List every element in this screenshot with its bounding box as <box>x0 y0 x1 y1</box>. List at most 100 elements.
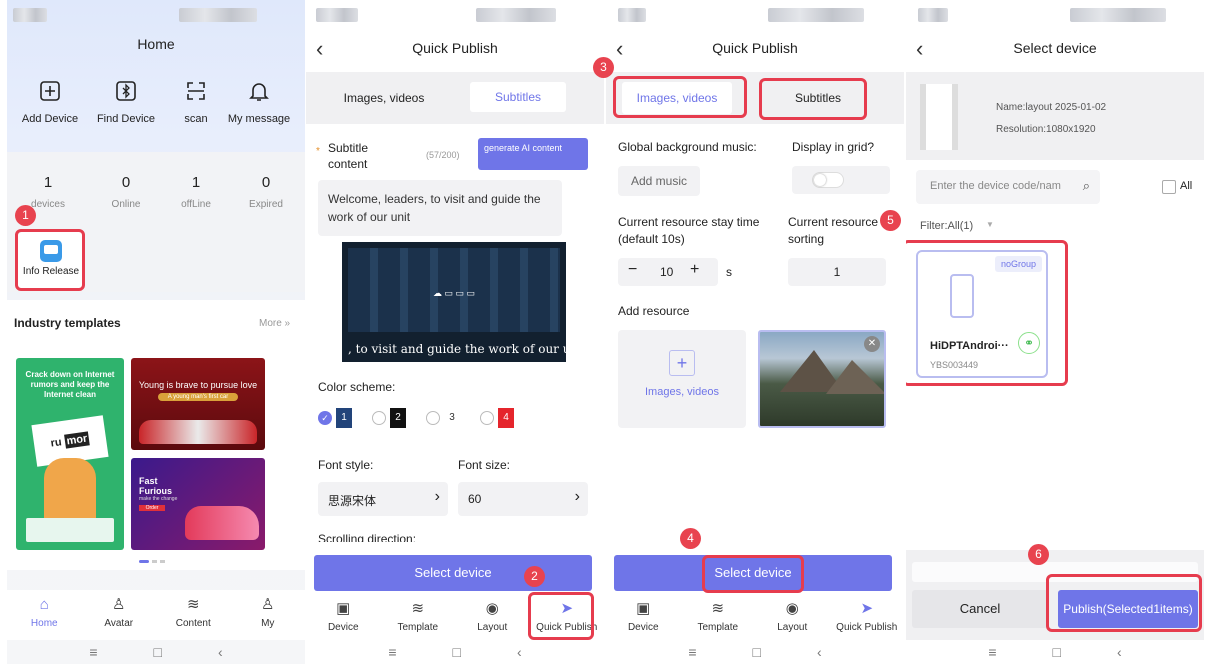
stat-online[interactable]: 0 Online <box>103 174 149 210</box>
page-title: Home <box>137 36 175 52</box>
tab-layout[interactable]: ◉ Layout <box>457 594 527 640</box>
menu-nav-icon[interactable]: ≡ <box>89 640 97 664</box>
status-bar-time <box>316 8 358 22</box>
home-icon: ⌂ <box>39 596 49 613</box>
font-size-select[interactable]: 60 › <box>458 482 588 516</box>
device-icon: ▣ <box>336 600 351 617</box>
color-scheme-label: Color scheme: <box>318 380 396 394</box>
plus-icon[interactable]: + <box>690 261 699 279</box>
tab-layout[interactable]: ◉ Layout <box>757 594 827 640</box>
add-device-label: Add Device <box>21 113 79 125</box>
status-bar-time <box>13 8 47 22</box>
highlight-images-tab <box>613 76 747 118</box>
select-all-checkbox[interactable] <box>1162 180 1176 194</box>
add-resource-label: Add resource <box>618 304 690 318</box>
avatar-icon: ♙ <box>112 596 126 613</box>
home-nav-icon[interactable]: □ <box>753 640 761 664</box>
template-card-love[interactable]: Young is brave to pursue love A young ma… <box>131 358 265 450</box>
highlight-subtitles-tab <box>759 78 867 120</box>
stat-devices[interactable]: 1 devices <box>25 174 71 210</box>
tab-home[interactable]: ⌂ Home <box>9 590 79 640</box>
back-nav-icon[interactable]: ‹ <box>817 640 822 664</box>
step-badge-3: 3 <box>593 57 614 78</box>
page-title: Quick Publish <box>712 40 798 56</box>
layers-icon: ≋ <box>711 600 725 617</box>
layers-icon: ≋ <box>411 600 425 617</box>
template-card-fast[interactable]: Fast Furious make the change Order <box>131 458 265 550</box>
system-nav-bar: ≡ □ ‹ <box>306 640 604 664</box>
home-nav-icon[interactable]: □ <box>453 640 461 664</box>
select-all-label: All <box>1180 180 1193 192</box>
font-style-select[interactable]: 思源宋体 › <box>318 482 448 516</box>
tab-template[interactable]: ≋ Template <box>383 594 453 640</box>
device-search-input[interactable]: Enter the device code/nam ⌕ <box>916 170 1100 204</box>
subtitle-textarea[interactable]: Welcome, leaders, to visit and guide the… <box>318 180 562 236</box>
tab-template[interactable]: ≋ Template <box>683 594 753 640</box>
person-icon: ♙ <box>261 596 275 613</box>
display-grid-toggle[interactable] <box>812 172 844 188</box>
color-option-2[interactable]: 2 <box>372 408 408 428</box>
font-size-label: Font size: <box>458 458 511 472</box>
quick-publish-subtitles-screen: ‹ Quick Publish Images, videos Subtitles… <box>306 0 604 664</box>
stat-offline[interactable]: 1 offLine <box>173 174 219 210</box>
tab-avatar[interactable]: ♙ Avatar <box>84 590 154 640</box>
back-nav-icon[interactable]: ‹ <box>218 640 223 664</box>
stat-expired[interactable]: 0 Expired <box>243 174 289 210</box>
bottom-tab-bar: ▣ Device ≋ Template ◉ Layout ➤ Quick Publish <box>606 594 904 640</box>
add-device-button[interactable]: Add Device <box>13 80 87 125</box>
color-option-4[interactable]: 4 <box>480 408 516 428</box>
chevron-right-icon: › <box>434 488 440 505</box>
back-nav-icon[interactable]: ‹ <box>1117 640 1122 664</box>
add-music-button[interactable]: Add music <box>618 166 700 196</box>
system-nav-bar: ≡ □ ‹ <box>606 640 904 664</box>
sorting-label: Current resource sorting <box>788 215 879 246</box>
scrolling-direction-label: Scrolling direction: <box>318 532 417 542</box>
resource-thumbnail-mountains[interactable]: ✕ <box>758 330 886 428</box>
template-card-rumor[interactable]: Crack down on Internet rumors and keep t… <box>16 358 124 550</box>
layers-icon: ≋ <box>186 596 200 613</box>
my-message-button[interactable]: My message <box>219 80 299 125</box>
stay-time-label: Current resource stay time (default 10s) <box>618 215 760 246</box>
chevron-right-icon: › <box>574 488 580 505</box>
status-bar-icons <box>179 8 257 22</box>
home-nav-icon[interactable]: □ <box>154 640 162 664</box>
tab-quick-publish[interactable]: ➤ Quick Publish <box>832 594 902 640</box>
menu-nav-icon[interactable]: ≡ <box>988 640 996 664</box>
menu-nav-icon[interactable]: ≡ <box>388 640 396 664</box>
status-bar-time <box>918 8 948 22</box>
car-image <box>185 506 259 540</box>
minus-icon[interactable]: − <box>628 261 637 279</box>
more-link[interactable]: More » <box>259 318 290 329</box>
back-nav-icon[interactable]: ‹ <box>517 640 522 664</box>
system-nav-bar: ≡ □ ‹ <box>906 640 1204 664</box>
carousel-dot <box>152 560 157 563</box>
delete-icon[interactable]: ✕ <box>864 336 880 352</box>
step-badge-1: 1 <box>15 205 36 226</box>
filter-dropdown[interactable]: Filter:All(1) <box>920 220 973 232</box>
system-nav-bar: ≡ □ ‹ <box>7 640 305 664</box>
upload-resource-button[interactable]: + Images, videos <box>618 330 746 428</box>
tab-content[interactable]: ≋ Content <box>158 590 228 640</box>
generate-ai-content-button[interactable]: generate AI content <box>478 138 588 170</box>
sorting-input[interactable]: 1 <box>788 258 886 286</box>
background-music-label: Global background music: <box>618 140 757 154</box>
tab-subtitles[interactable]: Subtitles <box>470 82 566 112</box>
home-nav-icon[interactable]: □ <box>1053 640 1061 664</box>
step-badge-5: 5 <box>880 210 901 231</box>
tab-my[interactable]: ♙ My <box>233 590 303 640</box>
tab-device[interactable]: ▣ Device <box>308 594 378 640</box>
paper-plane-icon: ➤ <box>860 600 874 617</box>
select-device-button[interactable]: Select device <box>314 555 592 591</box>
preview-logo: ☁ ▭ ▭ ▭ <box>432 288 475 298</box>
step-badge-6: 6 <box>1028 544 1049 565</box>
stay-time-stepper[interactable]: − 10 + <box>618 258 718 286</box>
cancel-button[interactable]: Cancel <box>912 590 1048 628</box>
color-option-1[interactable]: ✓ 1 <box>318 408 354 428</box>
tab-images-videos[interactable]: Images, videos <box>324 84 444 112</box>
scan-icon <box>187 82 205 100</box>
color-option-3[interactable]: 3 <box>426 408 462 428</box>
menu-nav-icon[interactable]: ≡ <box>688 640 696 664</box>
find-device-button[interactable]: Find Device <box>89 80 163 125</box>
plus-icon: + <box>669 350 695 376</box>
tab-device[interactable]: ▣ Device <box>608 594 678 640</box>
